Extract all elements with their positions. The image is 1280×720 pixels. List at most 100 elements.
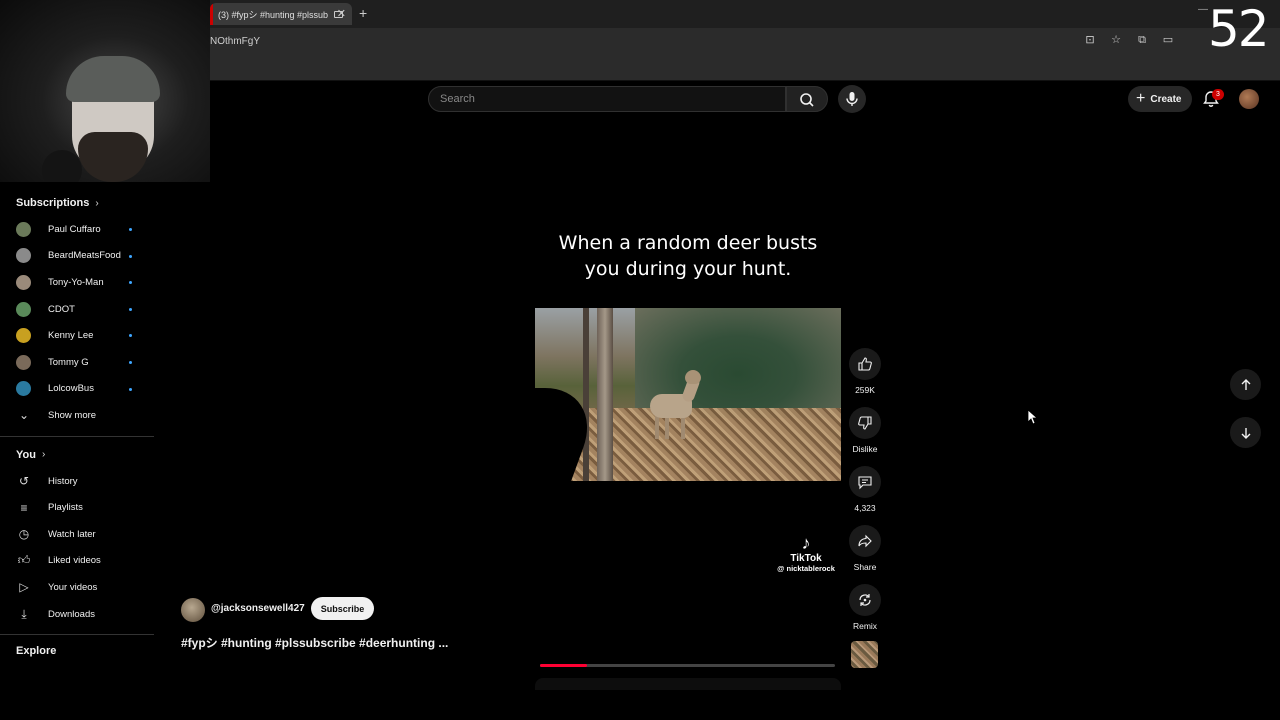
sidebar-item-downloads[interactable]: ⤓ Downloads — [0, 601, 154, 628]
like-count: 259K — [855, 385, 875, 395]
sidebar-item-watch-later[interactable]: ◷ Watch later — [0, 521, 154, 548]
search-input[interactable]: Search — [428, 86, 786, 112]
comments-action: 4,323 — [848, 466, 882, 525]
subscribe-button[interactable]: Subscribe — [311, 597, 374, 620]
extensions-icon[interactable]: ⧉ — [1136, 34, 1148, 46]
new-tab-icon[interactable]: + — [359, 5, 367, 21]
sidebar-item-playlists[interactable]: ≡ Playlists — [0, 494, 154, 521]
new-content-dot — [129, 307, 132, 311]
browser-tab-active[interactable]: (3) #fypシ #hunting #plssub ✕ — [210, 3, 352, 25]
webcam-hat — [66, 56, 160, 102]
channel-avatar-icon — [16, 274, 31, 290]
search-icon — [800, 93, 814, 107]
sidebar-item-label: Downloads — [48, 608, 95, 620]
share-button[interactable] — [849, 525, 881, 557]
tiktok-name: TikTok — [790, 553, 822, 564]
sidebar-channel-label: CDOT — [48, 303, 75, 315]
sidebar-channel-label: Kenny Lee — [48, 330, 94, 342]
thumbs-up-icon: 👍︎ — [17, 553, 31, 568]
like-button[interactable] — [849, 348, 881, 380]
download-icon: ⤓ — [21, 606, 27, 621]
sidebar-channel-label: BeardMeatsFood — [48, 250, 121, 262]
sidebar-item-label: History — [48, 475, 78, 487]
like-action: 259K — [848, 348, 882, 407]
voice-search-button[interactable] — [838, 85, 866, 113]
sidebar-channel-item[interactable]: Kenny Lee — [0, 322, 154, 349]
stream-overlay-number: 52 — [1208, 0, 1270, 58]
deer-video-frame — [535, 308, 841, 481]
channel-avatar-icon — [16, 328, 31, 344]
you-list: ↺ History ≡ Playlists ◷ Watch later 👍︎ Liked vi… — [0, 468, 154, 628]
tab-title: (3) #fypシ #hunting #plssub — [218, 9, 329, 20]
new-content-dot — [129, 387, 132, 391]
tab-favicon — [210, 3, 213, 25]
video-title-hashtags[interactable]: #fypシ #hunting #plssubscribe #deerhuntin… — [181, 634, 448, 651]
url-text[interactable]: NOthmFgY — [210, 36, 260, 47]
search-button[interactable] — [786, 86, 828, 112]
deer-head — [685, 370, 701, 384]
video-progress-bar[interactable] — [540, 664, 835, 667]
remix-button[interactable] — [849, 584, 881, 616]
new-content-dot — [129, 334, 132, 338]
shorts-actions: 259K Dislike 4,323 Share Remix — [848, 348, 882, 643]
sidebar-channel-item[interactable]: Paul Cuffaro — [0, 216, 154, 243]
thumbs-up-icon — [858, 357, 872, 371]
new-content-dot — [129, 281, 132, 285]
channel-handle[interactable]: @jacksonsewell427 — [211, 603, 305, 614]
sidebar-channel-item[interactable]: Tony-Yo-Man — [0, 269, 154, 296]
you-label: You — [16, 448, 36, 461]
new-content-dot — [129, 254, 132, 258]
remix-icon — [859, 594, 871, 606]
window-minimize-icon[interactable]: — — [1198, 4, 1208, 15]
tree-trunk — [583, 308, 589, 481]
history-icon: ↺ — [18, 474, 30, 489]
sidebar-item-label: Liked videos — [48, 555, 101, 567]
channel-avatar[interactable] — [181, 598, 205, 622]
sidebar-item-your-videos[interactable]: ▷ Your videos — [0, 574, 154, 601]
new-content-dot — [129, 228, 132, 231]
play-icon: ▷ — [19, 580, 29, 595]
shorts-video-player[interactable]: When a random deer busts you during your… — [535, 124, 841, 670]
channel-avatar-icon — [16, 354, 31, 370]
create-button[interactable]: + Create — [1128, 86, 1192, 112]
tree-trunk — [597, 308, 613, 481]
sidebar-channel-item[interactable]: Tommy G — [0, 349, 154, 376]
audio-thumbnail[interactable] — [851, 641, 878, 668]
comments-button[interactable] — [849, 466, 881, 498]
webcam-overlay — [0, 0, 210, 182]
mouse-cursor-icon — [1027, 409, 1039, 425]
bookmark-star-icon[interactable]: ☆ — [1110, 34, 1122, 46]
sidebar-item-liked-videos[interactable]: 👍︎ Liked videos — [0, 548, 154, 575]
share-label: Share — [853, 562, 877, 572]
subscriptions-label: Subscriptions — [16, 197, 90, 209]
dislike-label: Dislike — [852, 444, 878, 454]
chevron-right-icon: › — [41, 449, 46, 461]
explore-header: Explore — [16, 645, 57, 658]
chevron-down-icon: ⌄ — [18, 408, 30, 423]
sidebar-channel-item[interactable]: CDOT — [0, 296, 154, 323]
channel-avatar-icon — [16, 221, 31, 237]
sidebar-channel-item[interactable]: LolcowBus — [0, 376, 154, 403]
sidebar-divider — [0, 634, 154, 636]
show-more-button[interactable]: ⌄ Show more — [0, 402, 154, 429]
dislike-button[interactable] — [849, 407, 881, 439]
install-app-icon[interactable]: ⊡ — [1084, 34, 1096, 46]
sidebar-channel-item[interactable]: BeardMeatsFood — [0, 243, 154, 270]
thumbs-down-icon — [858, 416, 872, 430]
sidebar-item-history[interactable]: ↺ History — [0, 468, 154, 495]
account-avatar[interactable] — [1239, 89, 1259, 109]
comment-icon — [858, 476, 872, 490]
channel-avatar-icon — [16, 381, 31, 397]
notification-badge: 3 — [1212, 89, 1224, 100]
tab-close-icon[interactable]: ✕ — [337, 7, 346, 20]
webcam-beard — [78, 132, 148, 182]
comment-count: 4,323 — [854, 503, 876, 513]
sidebar-channel-label: Paul Cuffaro — [48, 223, 101, 235]
plus-icon: + — [1136, 90, 1146, 107]
next-short-button[interactable] — [1230, 417, 1261, 448]
previous-short-button[interactable] — [1230, 369, 1261, 400]
cast-icon[interactable]: ▭ — [1162, 34, 1174, 46]
subscriptions-header[interactable]: Subscriptions › — [0, 190, 154, 216]
you-header[interactable]: You › — [0, 442, 154, 468]
create-label: Create — [1150, 93, 1182, 105]
